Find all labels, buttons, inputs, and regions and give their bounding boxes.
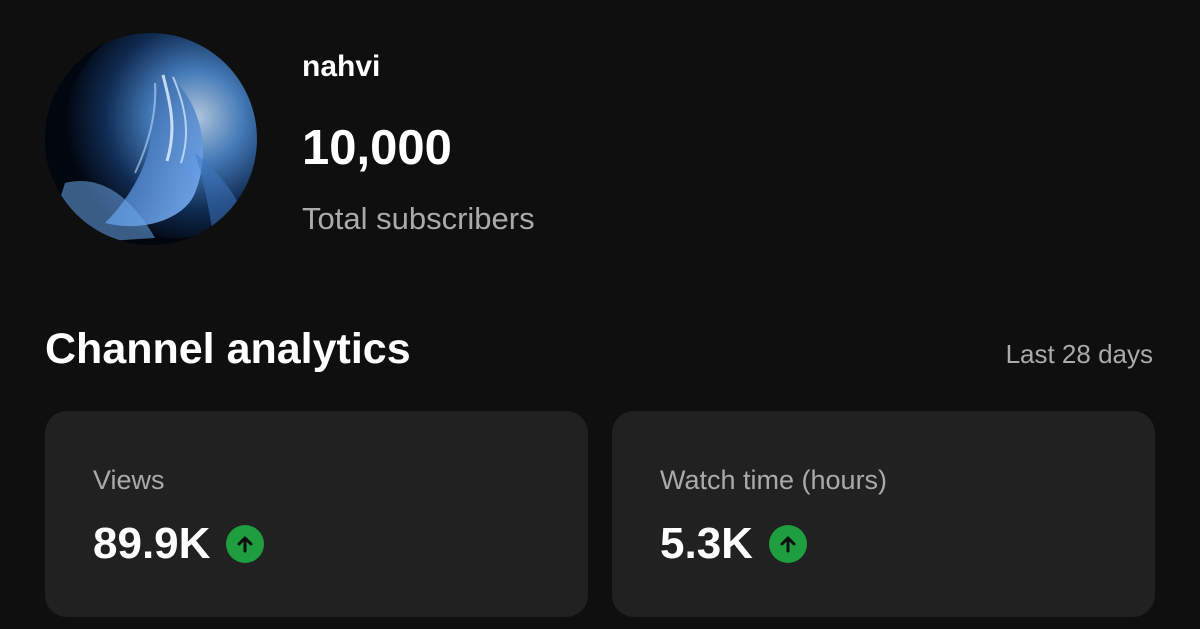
watch-time-value-row: 5.3K <box>660 519 807 569</box>
views-label: Views <box>93 465 165 495</box>
watch-time-label: Watch time (hours) <box>660 465 888 495</box>
views-card[interactable]: Views 89.9K <box>45 411 588 617</box>
analytics-period: Last 28 days <box>1005 339 1153 369</box>
watch-time-card[interactable]: Watch time (hours) 5.3K <box>612 411 1155 617</box>
arrow-up-icon <box>226 525 265 563</box>
watch-time-value: 5.3K <box>660 519 753 568</box>
channel-avatar[interactable] <box>45 33 257 245</box>
section-title: Channel analytics <box>45 325 411 373</box>
subscriber-count: 10,000 <box>302 121 452 175</box>
channel-name: nahvi <box>302 50 381 83</box>
views-value: 89.9K <box>93 519 211 568</box>
views-value-row: 89.9K <box>93 519 265 569</box>
arrow-up-icon <box>768 525 807 563</box>
subscriber-caption: Total subscribers <box>302 201 535 236</box>
avatar-image <box>45 33 257 245</box>
